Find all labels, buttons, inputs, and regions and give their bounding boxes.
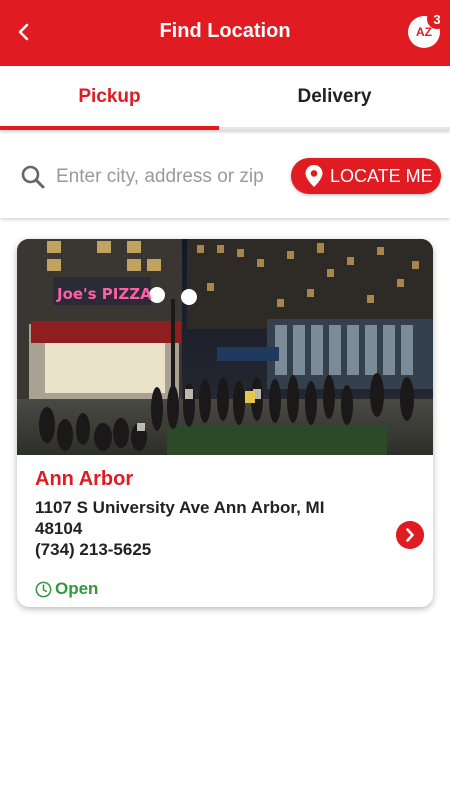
tab-pickup[interactable]: Pickup [0,66,219,130]
tab-delivery[interactable]: Delivery [219,66,450,130]
status-badge: Open [55,579,99,598]
locate-me-button[interactable]: LOCATE ME [291,158,441,194]
page-title: Find Location [159,20,291,42]
app-header: Find Location AZ 3 [0,0,450,66]
tab-track [219,127,450,130]
sign-lettering: Joe's PIZZA [56,285,152,303]
store-address: 1107 S University Ave Ann Arbor, MI 4810… [35,498,325,538]
view-location-button[interactable] [396,521,424,549]
search-input[interactable] [56,160,288,194]
active-tab-indicator [0,126,219,130]
notification-badge: 3 [427,9,447,29]
store-phone[interactable]: (734) 213-5625 [35,540,151,560]
location-card[interactable]: Joe's PIZZA Ann Arbor 1107 S University … [17,239,433,607]
map-pin-icon [305,165,323,187]
search-icon [21,165,45,189]
search-bar: LOCATE ME [0,140,450,218]
store-name[interactable]: Ann Arbor [35,468,133,491]
clock-icon [35,581,52,598]
locate-me-label: LOCATE ME [330,166,433,186]
pickup-delivery-tabs: Pickup Delivery [0,66,450,130]
store-photo: Joe's PIZZA [17,239,433,455]
